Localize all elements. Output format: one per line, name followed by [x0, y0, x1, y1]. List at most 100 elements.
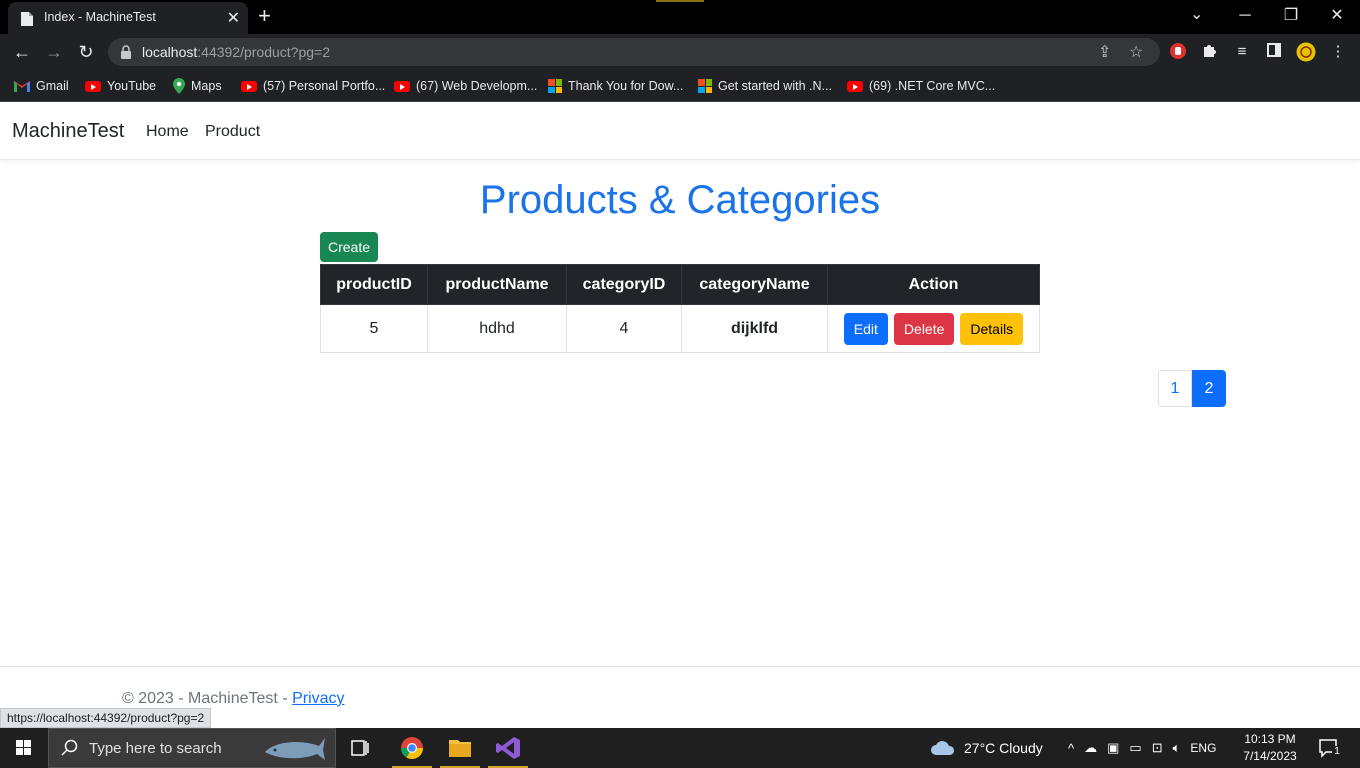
bookmarks-bar: Gmail YouTube Maps (57) Personal Portfo.… [0, 70, 1360, 102]
column-header-categoryname: categoryName [681, 264, 828, 305]
column-header-action: Action [827, 264, 1040, 305]
reload-icon[interactable]: ↻ [74, 40, 98, 64]
bookmark-star-icon[interactable]: ☆ [1129, 42, 1143, 62]
back-icon[interactable]: ← [10, 40, 34, 64]
search-icon [61, 739, 78, 756]
table-row: 5 hdhd 4 dijklfd Edit Delete Details [320, 304, 1040, 353]
network-icon[interactable]: ⊡ [1152, 740, 1163, 756]
notifications-icon[interactable]: 1 [1318, 738, 1342, 758]
start-button[interactable] [0, 728, 48, 768]
maps-icon [173, 78, 185, 94]
clock-time: 10:13 PM [1244, 732, 1296, 746]
notification-count: 1 [1332, 746, 1342, 758]
show-hidden-icons-icon[interactable]: ^ [1068, 741, 1074, 756]
chrome-menu-icon[interactable]: ⋮ [1328, 42, 1348, 62]
side-panel-icon[interactable] [1264, 42, 1284, 62]
tab-close-icon[interactable]: ✕ [227, 8, 240, 28]
bookmark-maps[interactable]: Maps [173, 77, 222, 95]
new-tab-icon[interactable]: + [258, 4, 271, 28]
battery-icon[interactable]: ▭ [1129, 740, 1141, 756]
system-tray: ^ ☁ ▣ ▭ ⊡ 🔈︎ ENG [1068, 728, 1216, 768]
cell-productid: 5 [320, 304, 428, 353]
cell-categoryname: dijklfd [681, 304, 828, 353]
volume-icon[interactable]: 🔈︎ [1173, 740, 1181, 756]
privacy-link[interactable]: Privacy [292, 690, 344, 707]
bookmark-label: (69) .NET Core MVC... [869, 79, 996, 93]
nav-link-home[interactable]: Home [146, 123, 189, 141]
details-button[interactable]: Details [960, 312, 1024, 345]
whale-shark-icon [265, 738, 325, 760]
bookmark-label: Get started with .N... [718, 79, 832, 93]
youtube-icon [847, 80, 863, 92]
lock-icon [121, 45, 131, 59]
youtube-icon [241, 80, 257, 92]
page-link-1[interactable]: 1 [1158, 370, 1192, 407]
minimize-icon[interactable]: ─ [1222, 2, 1268, 30]
bookmark-personal-portfolio[interactable]: (57) Personal Portfo... [241, 77, 385, 95]
windows-taskbar: Type here to search 27°C Cloudy ^ ☁ ▣ ▭ … [0, 728, 1360, 768]
bookmark-web-development[interactable]: (67) Web Developm... [394, 77, 537, 95]
clock[interactable]: 10:13 PM 7/14/2023 [1236, 731, 1304, 765]
site-navbar: MachineTest Home Product [0, 103, 1360, 160]
nav-link-product[interactable]: Product [205, 123, 260, 141]
forward-icon[interactable]: → [42, 40, 66, 64]
edit-button[interactable]: Edit [843, 312, 888, 345]
address-bar[interactable]: localhost:44392/product?pg=2 ⇪ ☆ [108, 38, 1160, 66]
share-icon[interactable]: ⇪ [1098, 42, 1111, 62]
clock-date: 7/14/2023 [1243, 749, 1297, 763]
close-window-icon[interactable]: ✕ [1314, 2, 1360, 30]
bookmark-label: Thank You for Dow... [568, 79, 684, 93]
onedrive-icon[interactable]: ☁ [1084, 740, 1097, 756]
bookmark-thank-you[interactable]: Thank You for Dow... [548, 77, 683, 95]
browser-tab[interactable]: Index - MachineTest ✕ [8, 2, 248, 34]
microsoft-icon [548, 79, 562, 93]
bookmark-get-started[interactable]: Get started with .N... [698, 77, 832, 95]
brand-link[interactable]: MachineTest [12, 120, 124, 143]
media-control-icon[interactable]: ≡ [1232, 42, 1252, 62]
tab-search-icon[interactable]: ⌄ [1190, 4, 1203, 24]
bookmark-label: (57) Personal Portfo... [263, 79, 386, 93]
url-path: :44392/product?pg=2 [197, 44, 330, 60]
table-header-row: productID productName categoryID categor… [320, 264, 1040, 305]
top-indicator [656, 0, 704, 2]
youtube-icon [394, 80, 410, 92]
extensions-puzzle-icon[interactable] [1200, 42, 1220, 62]
restore-icon[interactable]: ❐ [1268, 2, 1314, 30]
bookmark-label: Gmail [36, 79, 69, 93]
weather-widget[interactable]: 27°C Cloudy [930, 728, 1043, 768]
taskbar-search-box[interactable]: Type here to search [48, 728, 336, 768]
extension-hand-icon[interactable] [1168, 42, 1188, 62]
page-icon [21, 12, 33, 26]
browser-tab-bar: Index - MachineTest ✕ + ⌄ ─ ❐ ✕ [0, 0, 1360, 34]
windows-logo-icon [16, 740, 31, 755]
bookmark-net-core-mvc[interactable]: (69) .NET Core MVC... [847, 77, 995, 95]
create-button[interactable]: Create [320, 232, 378, 262]
copyright-text: © 2023 - MachineTest - [122, 690, 293, 707]
youtube-icon [85, 80, 101, 92]
delete-button[interactable]: Delete [893, 312, 955, 345]
task-view-icon[interactable] [336, 728, 384, 768]
file-explorer-icon[interactable] [436, 728, 484, 768]
bookmark-youtube[interactable]: YouTube [85, 77, 156, 95]
browser-toolbar: ← → ↻ localhost:44392/product?pg=2 ⇪ ☆ ≡… [0, 34, 1360, 70]
language-indicator[interactable]: ENG [1190, 741, 1216, 755]
meet-now-icon[interactable]: ▣ [1107, 740, 1119, 756]
page-link-2[interactable]: 2 [1192, 370, 1226, 407]
url-host: localhost [142, 44, 198, 60]
status-bar-url: https://localhost:44392/product?pg=2 [0, 708, 212, 728]
column-header-productid: productID [320, 264, 428, 305]
chrome-taskbar-icon[interactable] [388, 728, 436, 768]
visual-studio-icon[interactable] [484, 728, 532, 768]
products-table: productID productName categoryID categor… [320, 264, 1040, 353]
search-placeholder: Type here to search [89, 740, 222, 757]
url-text: localhost:44392/product?pg=2 [142, 44, 330, 60]
cell-actions: Edit Delete Details [827, 304, 1040, 353]
column-header-categoryid: categoryID [566, 264, 682, 305]
bookmark-label: Maps [191, 79, 222, 93]
bookmark-gmail[interactable]: Gmail [14, 77, 69, 95]
tab-title: Index - MachineTest [44, 10, 156, 24]
profile-avatar-icon[interactable] [1296, 42, 1316, 62]
microsoft-icon [698, 79, 712, 93]
cloud-icon [931, 741, 955, 755]
pagination: 1 2 [1158, 370, 1226, 407]
